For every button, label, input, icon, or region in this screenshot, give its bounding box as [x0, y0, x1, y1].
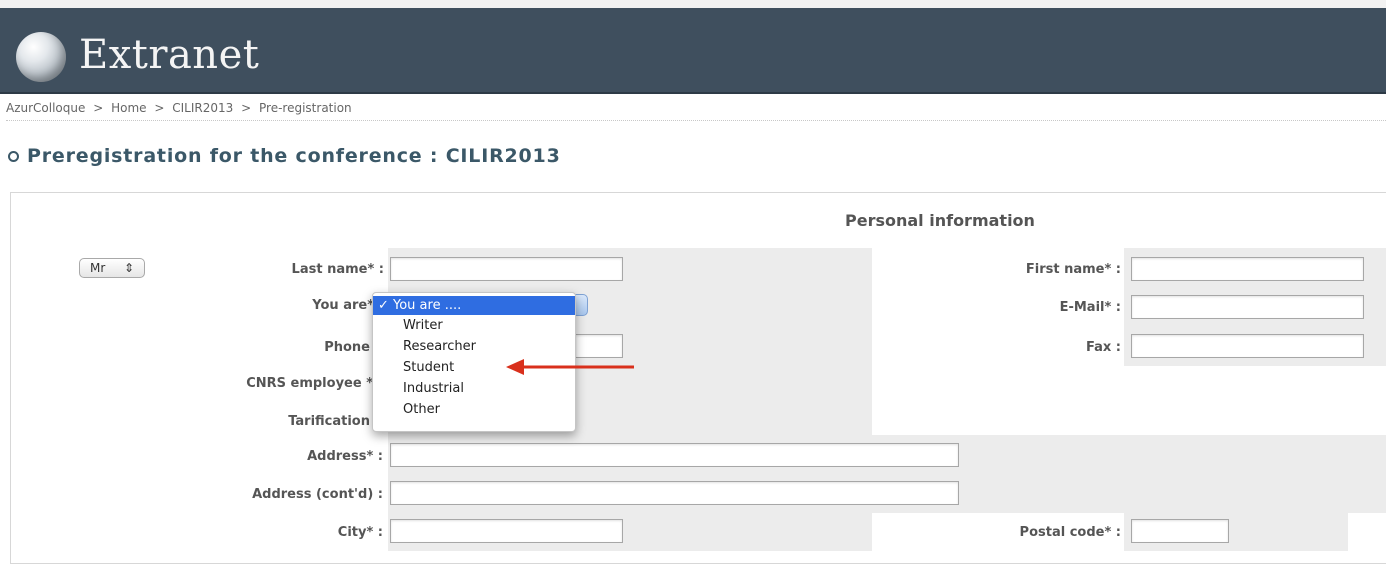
email-input[interactable] — [1131, 295, 1364, 319]
city-label: City* : — [337, 525, 383, 540]
postal-code-label: Postal code* : — [1019, 525, 1121, 540]
breadcrumb-divider — [6, 120, 1386, 121]
app-header: Extranet — [0, 8, 1386, 94]
breadcrumb-item-cilir2013[interactable]: CILIR2013 — [172, 101, 233, 115]
civility-select[interactable]: Mr ⇕ — [79, 258, 145, 278]
select-arrows-icon: ⇕ — [123, 261, 134, 275]
first-name-input[interactable] — [1131, 257, 1364, 281]
first-name-label: First name* : — [1025, 262, 1121, 277]
address-input[interactable] — [390, 443, 959, 467]
checkmark-icon: ✓ — [378, 298, 389, 313]
you-are-label: You are* — [312, 298, 374, 313]
you-are-option-other[interactable]: Other — [373, 399, 575, 420]
breadcrumb-separator: > — [241, 101, 252, 115]
page-title: Preregistration for the conference : CIL… — [8, 145, 561, 167]
city-input[interactable] — [390, 519, 623, 543]
tarification-label: Tarification — [288, 414, 370, 429]
breadcrumb-separator: > — [154, 101, 165, 115]
app-title: Extranet — [79, 32, 260, 78]
top-strip — [0, 0, 1386, 8]
breadcrumb-item-home[interactable]: Home — [111, 101, 146, 115]
you-are-option-industrial[interactable]: Industrial — [373, 378, 575, 399]
postal-code-input[interactable] — [1131, 519, 1229, 543]
page-title-text: Preregistration for the conference : CIL… — [27, 145, 561, 167]
phone-input[interactable] — [575, 334, 623, 358]
cnrs-employee-label: CNRS employee * — [246, 376, 373, 391]
last-name-input[interactable] — [390, 257, 623, 281]
address-cont-label: Address (cont'd) : — [252, 487, 383, 502]
address-cont-input[interactable] — [390, 481, 959, 505]
breadcrumb-separator: > — [93, 101, 104, 115]
phone-label: Phone — [324, 340, 370, 355]
breadcrumb: AzurColloque > Home > CILIR2013 > Pre-re… — [6, 101, 352, 115]
section-title-personal-information: Personal information — [845, 211, 1035, 230]
you-are-option-label: You are .... — [393, 298, 462, 313]
fax-input[interactable] — [1131, 334, 1364, 358]
circle-bullet-icon — [8, 150, 19, 162]
fax-label: Fax : — [1085, 340, 1121, 355]
breadcrumb-item-pre-registration: Pre-registration — [259, 101, 352, 115]
globe-logo-icon — [16, 32, 66, 82]
civility-value: Mr — [90, 261, 106, 275]
you-are-option-researcher[interactable]: Researcher — [373, 336, 575, 357]
you-are-option-selected[interactable]: ✓ You are .... — [373, 296, 575, 315]
you-are-option-writer[interactable]: Writer — [373, 315, 575, 336]
annotation-arrow-icon — [506, 359, 634, 375]
email-label: E-Mail* : — [1059, 300, 1121, 315]
address-label: Address* : — [307, 449, 383, 464]
breadcrumb-item-azurcolloque[interactable]: AzurColloque — [6, 101, 85, 115]
last-name-label: Last name* : — [291, 262, 384, 277]
